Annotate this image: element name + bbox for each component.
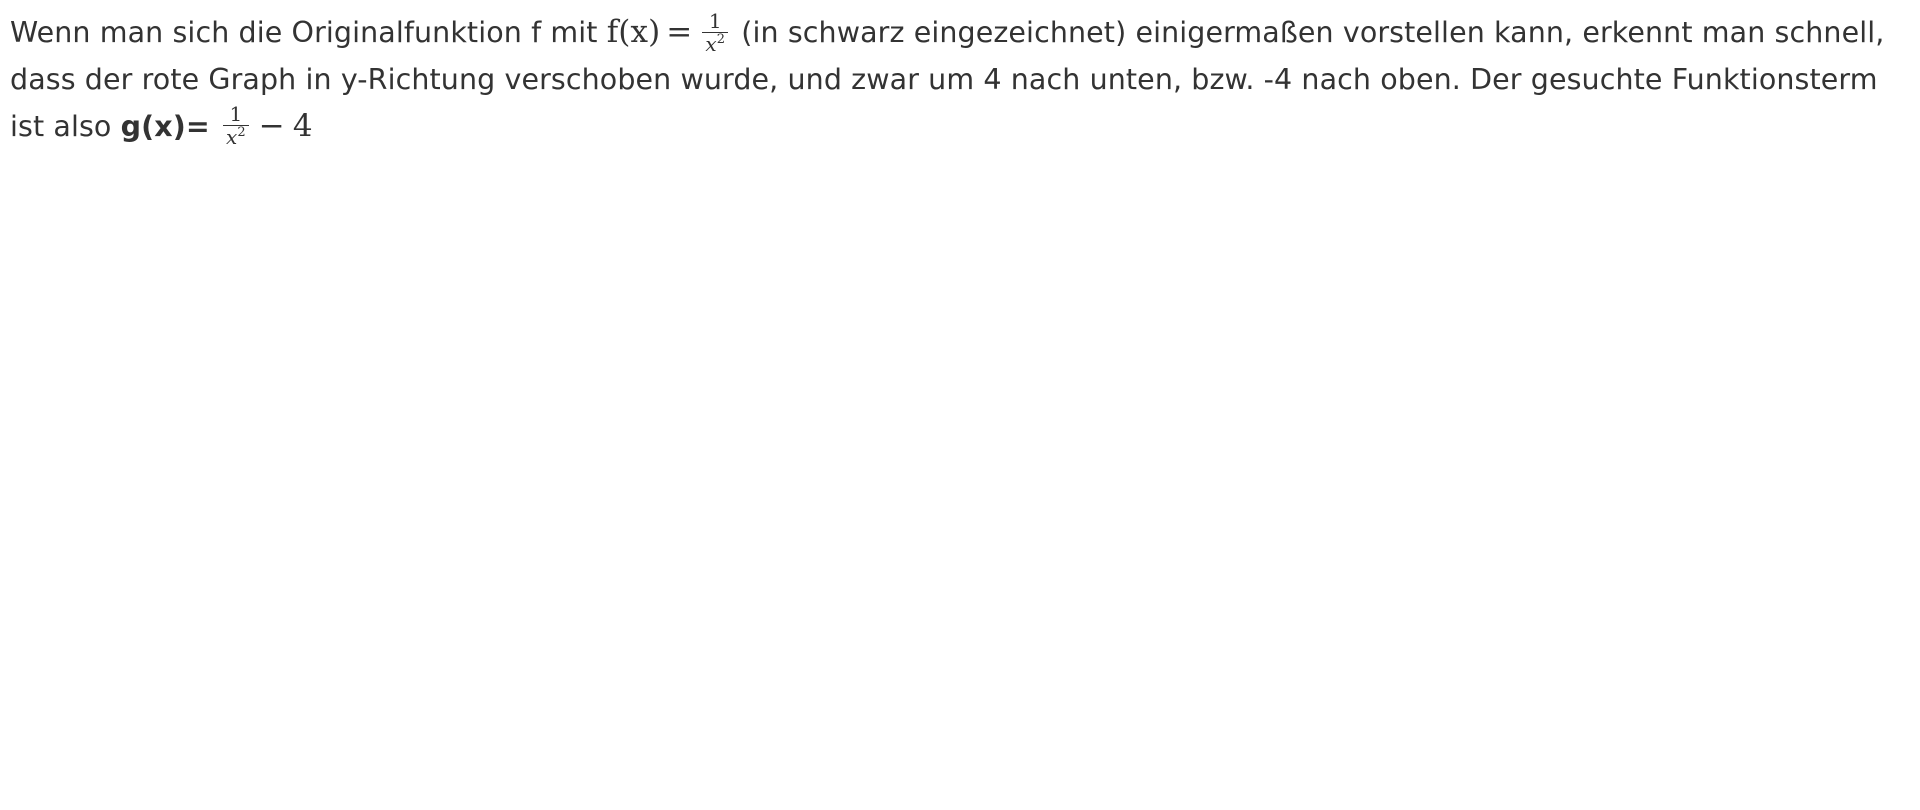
right-paren: ) [648,14,661,50]
fraction-one-over-x-squared: 1 x2 [702,10,729,55]
left-paren: ( [618,14,631,50]
function-name-f: f [606,14,619,50]
intro-text: Wenn man sich die Originalfunktion f mit [10,16,607,49]
answer-label: g(x)= [120,109,210,143]
answer-fraction: 1 x2 [223,103,249,148]
equals-sign: = [666,14,693,50]
formula-f-of-x: f(x) = [607,14,699,50]
minus-sign: − [258,107,285,144]
explanation-paragraph: Wenn man sich die Originalfunktion f mit… [10,9,1890,150]
fraction-numerator: 1 [702,10,729,33]
answer-fraction-numerator: 1 [223,103,249,126]
fraction-denominator: x2 [702,33,728,55]
answer-denominator-variable: x [226,125,238,149]
variable-x: x [630,14,649,50]
constant-value: 4 [292,107,313,144]
denominator-exponent: 2 [716,31,726,47]
answer-denominator-exponent: 2 [237,125,246,140]
denominator-variable: x [705,31,717,56]
answer-fraction-denominator: x2 [223,126,249,148]
